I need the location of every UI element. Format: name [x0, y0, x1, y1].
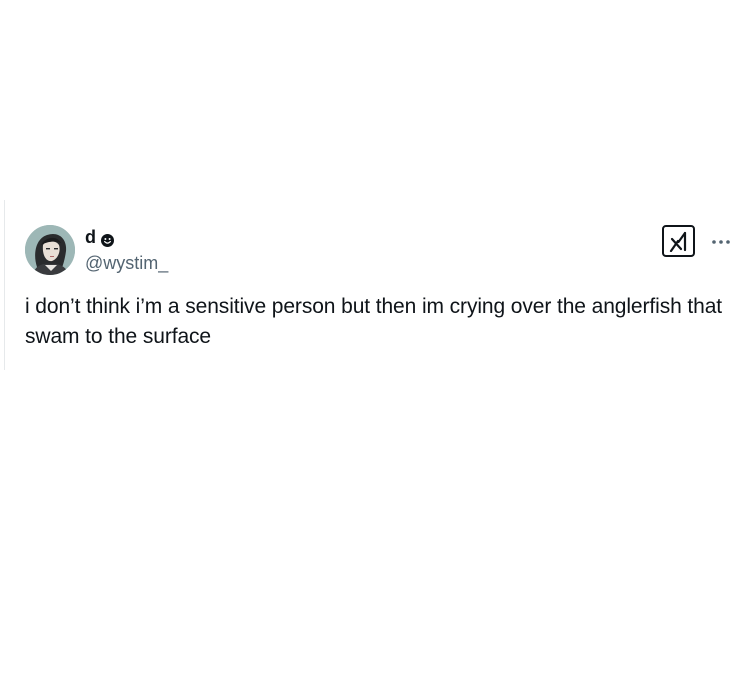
user-handle[interactable]: @wystim_: [85, 252, 168, 274]
grok-icon: [669, 231, 687, 252]
display-name[interactable]: d: [85, 227, 96, 247]
grok-button[interactable]: [662, 225, 695, 257]
display-name-row[interactable]: d: [85, 227, 114, 247]
more-options-icon: [712, 240, 730, 244]
tweet-text: i don’t think i’m a sensitive person but…: [25, 295, 723, 348]
tweet-card: d @wystim_ i don’t think i’m a sensitive…: [0, 200, 753, 370]
more-options-button[interactable]: [709, 230, 733, 254]
avatar[interactable]: [25, 225, 75, 275]
smiley-face-icon: [101, 231, 114, 247]
left-divider: [4, 200, 5, 370]
